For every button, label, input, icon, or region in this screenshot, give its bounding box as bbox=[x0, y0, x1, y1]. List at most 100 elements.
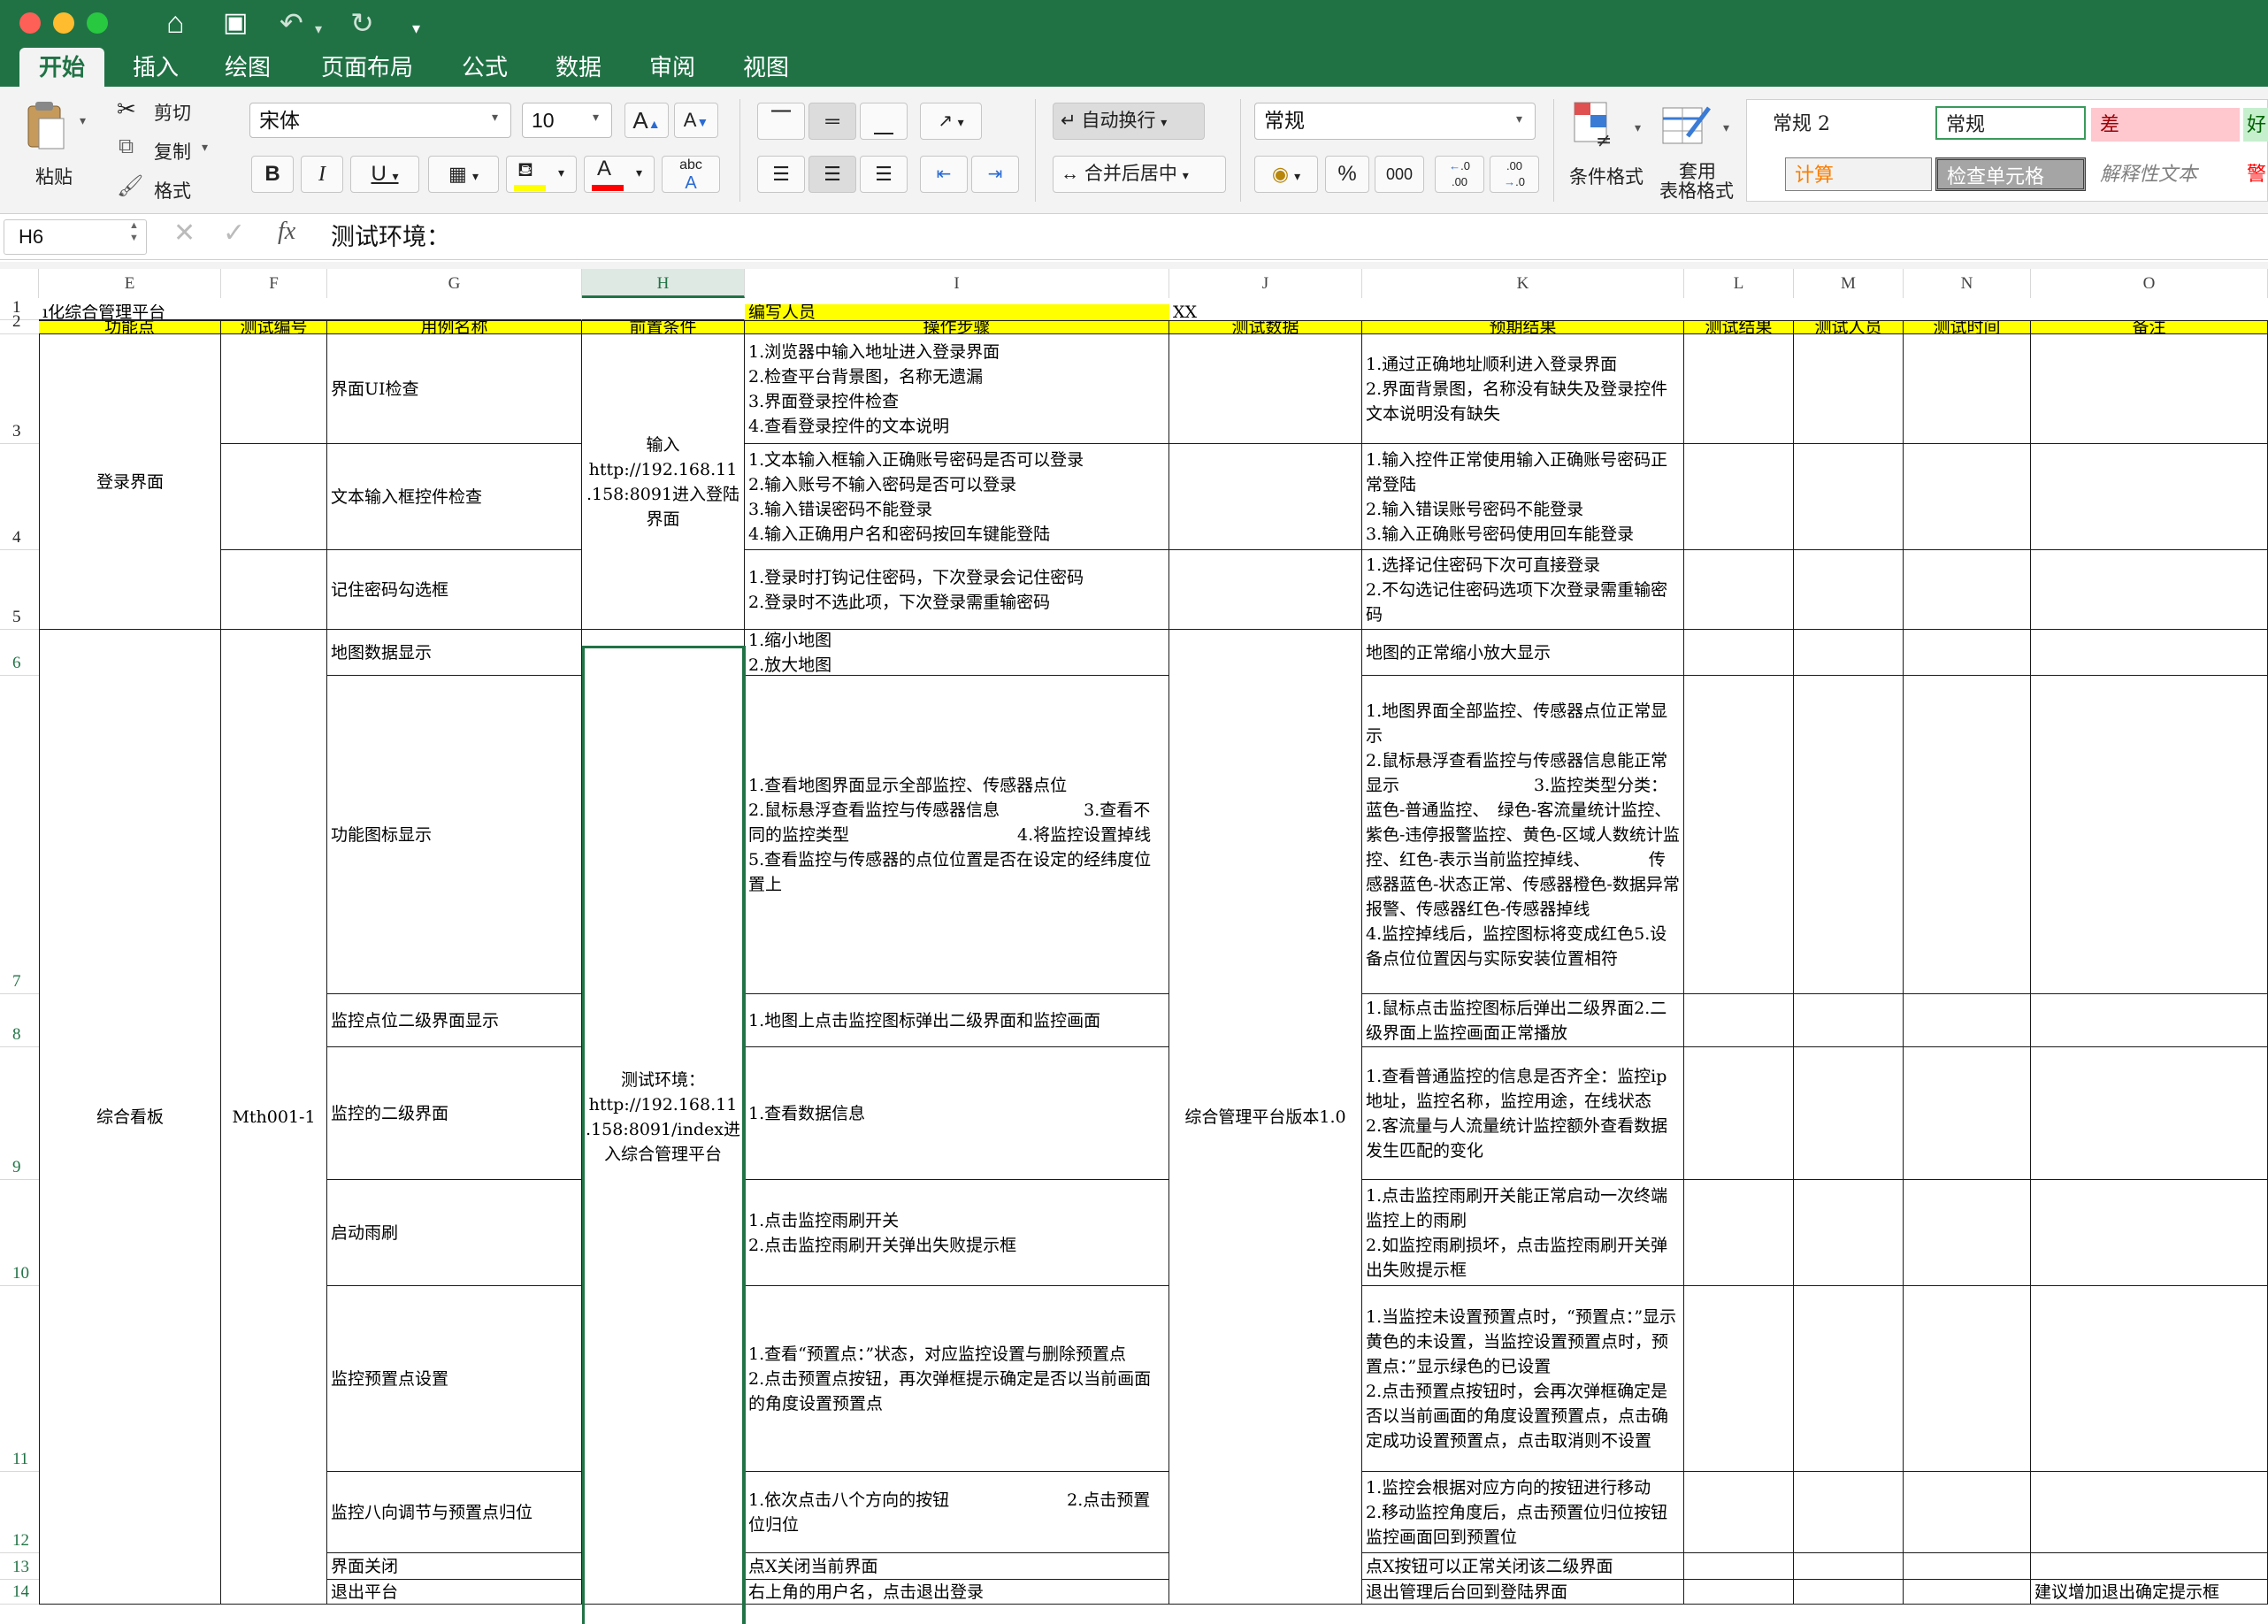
tab-draw[interactable]: 绘图 bbox=[212, 48, 283, 87]
tab-view[interactable]: 视图 bbox=[731, 48, 801, 87]
empty-cell[interactable] bbox=[2031, 550, 2268, 630]
empty-cell[interactable] bbox=[1684, 676, 1794, 994]
empty-cell[interactable] bbox=[1684, 1180, 1794, 1286]
case-name-cell[interactable]: 界面UI检查 bbox=[327, 334, 582, 444]
paste-button[interactable] bbox=[23, 99, 67, 152]
empty-cell[interactable] bbox=[1904, 334, 2031, 444]
expected-cell[interactable]: 1.查看普通监控的信息是否齐全：监控ip地址，监控名称，监控用途，在线状态 2.… bbox=[1362, 1047, 1684, 1180]
steps-cell[interactable]: 1.依次点击八个方向的按钮 2.点击预置位归位 bbox=[745, 1472, 1169, 1553]
align-bottom-button[interactable]: ⎽ bbox=[860, 103, 908, 140]
expected-cell[interactable]: 1.点击监控雨刷开关能正常启动一次终端监控上的雨刷 2.如监控雨刷损坏，点击监控… bbox=[1362, 1180, 1684, 1286]
column-header-G[interactable]: G bbox=[327, 269, 582, 298]
tab-review[interactable]: 审阅 bbox=[637, 48, 708, 87]
row-header-13[interactable]: 13 bbox=[0, 1553, 39, 1580]
empty-cell[interactable] bbox=[1794, 676, 1904, 994]
column-header-F[interactable]: F bbox=[221, 269, 327, 298]
test-data-cell[interactable] bbox=[1169, 334, 1362, 444]
empty-cell[interactable] bbox=[1904, 630, 2031, 676]
column-header-E[interactable]: E bbox=[39, 269, 221, 298]
empty-cell[interactable] bbox=[1794, 1047, 1904, 1180]
empty-cell[interactable] bbox=[1684, 1047, 1794, 1180]
steps-cell[interactable]: 1.查看“预置点：”状态，对应监控设置与删除预置点 2.点击预置点按钮，再次弹框… bbox=[745, 1286, 1169, 1472]
row-header-3[interactable]: 3 bbox=[0, 334, 39, 444]
accounting-format-button[interactable]: ◉ ▾ bbox=[1254, 156, 1318, 193]
style-normal-2[interactable]: 常规 2 bbox=[1764, 108, 1932, 142]
format-painter-button[interactable]: 格式 bbox=[154, 177, 191, 203]
underline-button[interactable]: U ▾ bbox=[350, 156, 419, 193]
align-center-button[interactable]: ☰ bbox=[808, 156, 856, 193]
steps-cell[interactable]: 1.查看数据信息 bbox=[745, 1047, 1169, 1180]
number-format-select[interactable]: 常规 bbox=[1254, 103, 1536, 140]
format-as-table-dropdown-icon[interactable]: ▾ bbox=[1723, 120, 1729, 135]
feature-login[interactable]: 登录界面 bbox=[39, 334, 221, 630]
row-header-10[interactable]: 10 bbox=[0, 1180, 39, 1286]
header-cell-K[interactable]: 预期结果 bbox=[1362, 320, 1684, 334]
empty-cell[interactable] bbox=[1904, 444, 2031, 550]
empty-cell[interactable] bbox=[1904, 994, 2031, 1047]
align-top-button[interactable]: ⎺ bbox=[757, 103, 805, 140]
empty-cell[interactable] bbox=[1904, 1286, 2031, 1472]
note-cell[interactable] bbox=[2031, 1286, 2268, 1472]
cell-H1[interactable] bbox=[582, 304, 745, 320]
font-color-button[interactable]: A ▾ bbox=[584, 156, 655, 193]
tab-formulas[interactable]: 公式 bbox=[449, 48, 520, 87]
expected-cell[interactable]: 1.当监控未设置预置点时，“预置点：”显示黄色的未设置，当监控设置预置点时，预置… bbox=[1362, 1286, 1684, 1472]
insert-function-icon[interactable]: fx bbox=[278, 218, 295, 246]
row-header-6[interactable]: 6 bbox=[0, 630, 39, 676]
expected-cell[interactable]: 1.鼠标点击监控图标后弹出二级界面2.二级界面上监控画面正常播放 bbox=[1362, 994, 1684, 1047]
note-cell[interactable] bbox=[2031, 1553, 2268, 1580]
case-name-cell[interactable]: 监控八向调节与预置点归位 bbox=[327, 1472, 582, 1553]
empty-cell[interactable] bbox=[1794, 550, 1904, 630]
empty-cell[interactable] bbox=[1684, 334, 1794, 444]
note-cell[interactable] bbox=[2031, 1047, 2268, 1180]
bold-button[interactable]: B bbox=[251, 156, 294, 193]
expected-cell[interactable]: 1.监控会根据对应方向的按钮进行移动 2.移动监控角度后，点击预置位归位按钮监控… bbox=[1362, 1472, 1684, 1553]
redo-icon[interactable]: ↻ bbox=[350, 5, 374, 41]
empty-cell[interactable] bbox=[1794, 1472, 1904, 1553]
case-name-cell[interactable]: 功能图标显示 bbox=[327, 676, 582, 994]
style-bad[interactable]: 差 bbox=[2091, 108, 2240, 142]
style-warning[interactable]: 警 bbox=[2243, 157, 2268, 191]
increase-font-size-button[interactable]: A▲ bbox=[624, 103, 669, 138]
header-cell-M[interactable]: 测试人员 bbox=[1794, 320, 1904, 334]
save-icon[interactable]: ▣ bbox=[223, 5, 248, 41]
tab-page-layout[interactable]: 页面布局 bbox=[310, 48, 425, 87]
expected-cell[interactable]: 1.选择记住密码下次可直接登录 2.不勾选记住密码选项下次登录需重输密码 bbox=[1362, 550, 1684, 630]
test-data-cell[interactable] bbox=[1169, 550, 1362, 630]
cell-I1[interactable]: 编写人员 bbox=[745, 304, 1169, 320]
conditional-formatting-button[interactable]: ≠ bbox=[1573, 101, 1622, 152]
empty-cell[interactable] bbox=[1684, 444, 1794, 550]
empty-cell[interactable] bbox=[1794, 1580, 1904, 1605]
case-name-cell[interactable]: 文本输入框控件检查 bbox=[327, 444, 582, 550]
conditional-formatting-dropdown-icon[interactable]: ▾ bbox=[1635, 120, 1641, 135]
steps-cell[interactable]: 点X关闭当前界面 bbox=[745, 1553, 1169, 1580]
case-name-cell[interactable]: 记住密码勾选框 bbox=[327, 550, 582, 630]
cell-J1[interactable]: XX bbox=[1169, 304, 2268, 320]
test-id-dashboard[interactable]: Mth001-1 bbox=[221, 630, 327, 1605]
steps-cell[interactable]: 1.点击监控雨刷开关 2.点击监控雨刷开关弹出失败提示框 bbox=[745, 1180, 1169, 1286]
tab-insert[interactable]: 插入 bbox=[120, 48, 191, 87]
phonetic-button[interactable]: abc A bbox=[662, 156, 720, 193]
header-cell-F[interactable]: 测试编号 bbox=[221, 320, 327, 334]
header-cell-N[interactable]: 测试时间 bbox=[1904, 320, 2031, 334]
row-header-9[interactable]: 9 bbox=[0, 1047, 39, 1180]
case-name-cell[interactable]: 界面关闭 bbox=[327, 1553, 582, 1580]
header-cell-O[interactable]: 备注 bbox=[2031, 320, 2268, 334]
expected-cell[interactable]: 退出管理后台回到登陆界面 bbox=[1362, 1580, 1684, 1605]
steps-cell[interactable]: 1.文本输入框输入正确账号密码是否可以登录 2.输入账号不输入密码是否可以登录 … bbox=[745, 444, 1169, 550]
row-header-2[interactable]: 2 bbox=[0, 312, 39, 334]
name-box-stepper-icon[interactable]: ▲ ▼ bbox=[129, 219, 139, 244]
align-left-button[interactable]: ☰ bbox=[757, 156, 805, 193]
cell-E1[interactable]: ı化综合管理平台 bbox=[39, 304, 582, 320]
note-cell[interactable] bbox=[2031, 676, 2268, 994]
empty-cell[interactable] bbox=[1794, 334, 1904, 444]
style-normal[interactable]: 常规 bbox=[1935, 106, 2086, 140]
cut-button[interactable]: 剪切 bbox=[154, 99, 191, 126]
font-name-dropdown-icon[interactable]: ▾ bbox=[492, 110, 498, 125]
decrease-font-size-button[interactable]: A▼ bbox=[674, 103, 718, 138]
precondition-login[interactable]: 输入 http://192.168.11 .158:8091进入登陆 界面 bbox=[582, 334, 745, 630]
case-name-cell[interactable]: 地图数据显示 bbox=[327, 630, 582, 676]
test-id-cell[interactable] bbox=[221, 550, 327, 630]
empty-cell[interactable] bbox=[1794, 1286, 1904, 1472]
note-cell[interactable] bbox=[2031, 1472, 2268, 1553]
